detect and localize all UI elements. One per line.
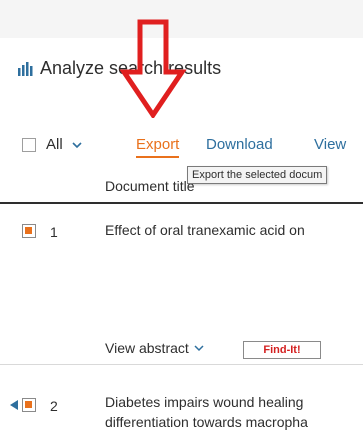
chevron-down-icon <box>194 345 204 352</box>
result-title[interactable]: Effect of oral tranexamic acid on <box>105 220 305 240</box>
select-all-checkbox[interactable] <box>22 138 36 152</box>
view-button[interactable]: View <box>314 136 346 153</box>
result-number: 2 <box>50 398 58 414</box>
select-all-label[interactable]: All <box>46 136 63 153</box>
top-bar <box>0 0 363 38</box>
result-row: 2 Diabetes impairs wound healing differe… <box>0 364 363 439</box>
analyze-label: Analyze search results <box>40 58 222 78</box>
result-row: 1 Effect of oral tranexamic acid on View… <box>0 208 363 365</box>
result-title-line: differentiation towards macropha <box>105 414 308 430</box>
findit-label: Find-It! <box>263 344 301 356</box>
chevron-down-icon[interactable] <box>70 138 84 152</box>
result-title[interactable]: Diabetes impairs wound healing different… <box>105 392 308 432</box>
analyze-search-results[interactable]: Analyze search results <box>18 58 221 79</box>
result-checkbox[interactable] <box>22 224 36 238</box>
download-button[interactable]: Download <box>206 136 273 153</box>
left-arrow-icon <box>10 400 18 410</box>
result-checkbox[interactable] <box>22 398 36 412</box>
bar-chart-icon <box>18 61 33 76</box>
result-title-line: Diabetes impairs wound healing <box>105 394 304 410</box>
document-title-column[interactable]: Document title <box>105 178 194 194</box>
export-tooltip: Export the selected docum <box>187 166 328 184</box>
export-button[interactable]: Export <box>136 136 180 158</box>
result-number: 1 <box>50 224 58 240</box>
view-abstract-label: View abstract <box>105 340 189 356</box>
findit-button[interactable]: Find-It! <box>243 341 321 359</box>
results-toolbar: All Export Download View <box>0 124 363 164</box>
view-abstract-toggle[interactable]: View abstract <box>105 340 205 356</box>
